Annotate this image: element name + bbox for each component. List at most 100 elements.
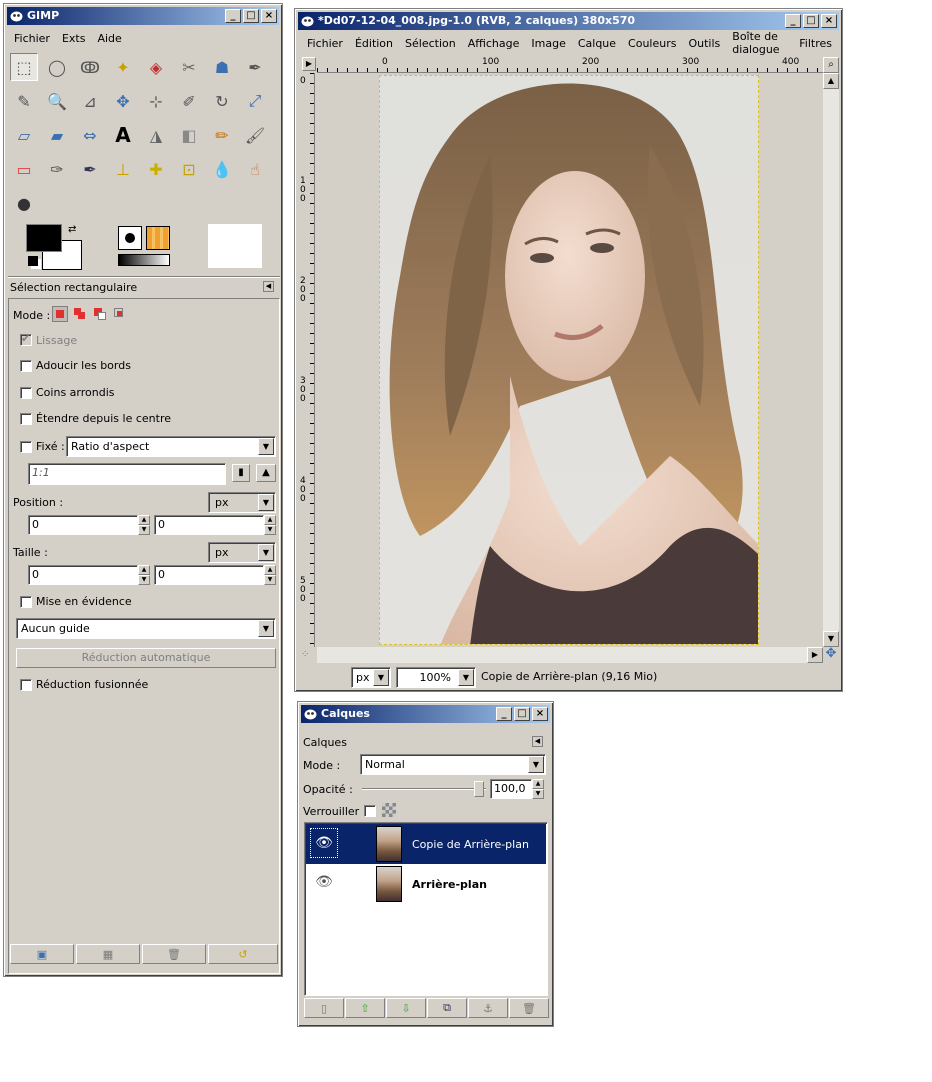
mise-en-evidence-checkbox[interactable] [20, 596, 32, 608]
coins-arrondis-checkbox[interactable] [20, 387, 32, 399]
taille-w-input[interactable]: 0 [28, 565, 138, 585]
ink-tool-button[interactable]: ✒ [76, 155, 104, 183]
scroll-right-arrow[interactable]: ▶ [807, 647, 823, 663]
minimize-button[interactable]: _ [785, 14, 801, 28]
layer-row[interactable]: 👁 Arrière-plan [306, 864, 546, 904]
raise-layer-button[interactable]: ⇧ [345, 998, 385, 1018]
opacity-spinner[interactable]: ▲ ▼ [532, 779, 544, 799]
color-picker-tool-button[interactable]: ✎ [10, 87, 38, 115]
image-titlebar[interactable]: *Dd07-12-04_008.jpg-1.0 (RVB, 2 calques)… [298, 12, 839, 30]
paintbrush-tool-button[interactable]: 🖌 [241, 121, 269, 149]
background-color-swatch[interactable] [26, 224, 62, 252]
paths-tool-button[interactable]: ✒ [241, 53, 269, 81]
menu-outils[interactable]: Outils [682, 37, 726, 50]
move-tool-button[interactable]: ✥ [109, 87, 137, 115]
vertical-scrollbar[interactable]: ▲ ▼ [823, 73, 839, 647]
move-canvas-icon[interactable]: ✥ [823, 647, 839, 663]
minimize-button[interactable]: _ [225, 9, 241, 23]
dodge-burn-tool-button[interactable]: ● [10, 189, 38, 217]
ratio-input[interactable]: 1:1 [28, 463, 226, 485]
menu-calque[interactable]: Calque [572, 37, 622, 50]
zoom-combo[interactable]: 100% ▼ [396, 667, 476, 688]
eraser-tool-button[interactable]: ▭ [10, 155, 38, 183]
unit-combo[interactable]: px ▼ [351, 667, 391, 688]
lower-layer-button[interactable]: ⇩ [386, 998, 426, 1018]
fuzzy-select-tool-button[interactable]: ✦ [109, 53, 137, 81]
rotate-tool-button[interactable]: ↻ [208, 87, 236, 115]
maximize-button[interactable]: □ [514, 707, 530, 721]
close-button[interactable]: × [532, 707, 548, 721]
menu-selection[interactable]: Sélection [399, 37, 462, 50]
portrait-icon[interactable]: ▮ [232, 464, 250, 482]
free-select-tool-button[interactable]: ↂ [76, 53, 104, 81]
opacity-slider-handle[interactable] [474, 781, 484, 797]
menu-fichier[interactable]: Fichier [301, 37, 349, 50]
align-tool-button[interactable]: ⊹ [142, 87, 170, 115]
ellipse-select-tool-button[interactable]: ◯ [43, 53, 71, 81]
navigate-icon[interactable]: ⌕ [823, 57, 839, 73]
foreground-select-tool-button[interactable]: ☗ [208, 53, 236, 81]
blur-tool-button[interactable]: 💧 [208, 155, 236, 183]
guide-combo[interactable]: Aucun guide ▼ [16, 618, 276, 639]
default-colors-icon[interactable] [28, 256, 38, 266]
layer-mode-combo[interactable]: Normal ▼ [360, 754, 546, 775]
position-y-spinner[interactable]: ▲ ▼ [264, 515, 276, 535]
visibility-eye-icon[interactable]: 👁 [310, 828, 338, 858]
quick-mask-corner-button[interactable]: ▶ [302, 57, 316, 71]
text-tool-button[interactable]: A [109, 121, 137, 149]
scroll-down-arrow[interactable]: ▼ [823, 631, 839, 647]
mode-intersect-icon[interactable] [112, 306, 128, 322]
measure-tool-button[interactable]: ⊿ [76, 87, 104, 115]
menu-affichage[interactable]: Affichage [462, 37, 526, 50]
position-x-spinner[interactable]: ▲ ▼ [138, 515, 150, 535]
active-image-preview[interactable] [208, 224, 262, 268]
brush-preview[interactable] [118, 226, 142, 250]
mode-subtract-icon[interactable] [92, 306, 108, 322]
menu-aide[interactable]: Aide [91, 32, 127, 45]
maximize-button[interactable]: □ [243, 9, 259, 23]
airbrush-tool-button[interactable]: ✑ [43, 155, 71, 183]
taille-unit-combo[interactable]: px ▼ [208, 542, 276, 563]
delete-layer-button[interactable]: 🗑 [509, 998, 549, 1018]
fixe-checkbox[interactable] [20, 441, 32, 453]
layers-titlebar[interactable]: Calques _ □ × [301, 705, 550, 723]
crop-tool-button[interactable]: ✐ [175, 87, 203, 115]
reduction-fusionnee-checkbox[interactable] [20, 679, 32, 691]
position-unit-combo[interactable]: px ▼ [208, 492, 276, 513]
etendre-checkbox[interactable] [20, 413, 32, 425]
opacity-input[interactable]: 100,0 [490, 779, 532, 799]
scissors-tool-button[interactable]: ✂ [175, 53, 203, 81]
reset-options-button[interactable]: ↺ [208, 944, 278, 964]
adoucir-checkbox[interactable] [20, 360, 32, 372]
zoom-tool-button[interactable]: 🔍 [43, 87, 71, 115]
gradient-preview[interactable] [118, 254, 170, 266]
lock-alpha-checkbox[interactable] [364, 805, 376, 817]
clone-tool-button[interactable]: ⊥ [109, 155, 137, 183]
heal-tool-button[interactable]: ✚ [142, 155, 170, 183]
toolbox-titlebar[interactable]: GIMP _ □ × [7, 7, 279, 25]
menu-image[interactable]: Image [525, 37, 571, 50]
bucket-fill-tool-button[interactable]: ◮ [142, 121, 170, 149]
taille-h-input[interactable]: 0 [154, 565, 264, 585]
layer-row[interactable]: 👁 Copie de Arrière-plan [306, 824, 546, 864]
menu-boite-dialogue[interactable]: Boîte de dialogue [726, 30, 793, 56]
close-button[interactable]: × [821, 14, 837, 28]
scale-tool-button[interactable]: ⤢ [241, 87, 269, 115]
perspective-tool-button[interactable]: ▰ [43, 121, 71, 149]
landscape-icon[interactable]: ▲ [256, 464, 276, 482]
opacity-slider[interactable] [362, 788, 486, 790]
anchor-layer-button[interactable]: ⚓ [468, 998, 508, 1018]
position-y-input[interactable]: 0 [154, 515, 264, 535]
swap-colors-icon[interactable]: ⇄ [68, 224, 76, 235]
menu-fichier[interactable]: Fichier [8, 32, 56, 45]
position-x-input[interactable]: 0 [28, 515, 138, 535]
image-canvas[interactable] [379, 75, 759, 645]
new-layer-button[interactable]: ▯ [304, 998, 344, 1018]
panel-menu-icon[interactable]: ◀ [263, 281, 274, 292]
panel-menu-icon[interactable]: ◀ [532, 736, 543, 747]
taille-w-spinner[interactable]: ▲ ▼ [138, 565, 150, 585]
gradient-tool-button[interactable]: ◧ [175, 121, 203, 149]
perspective-clone-tool-button[interactable]: ⊡ [175, 155, 203, 183]
menu-exts[interactable]: Exts [56, 32, 92, 45]
pattern-preview[interactable] [146, 226, 170, 250]
